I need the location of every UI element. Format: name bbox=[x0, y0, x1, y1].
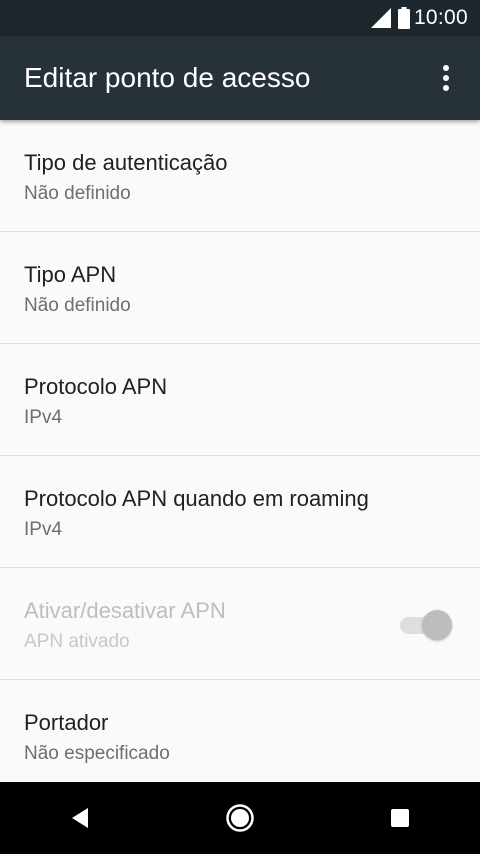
setting-summary: Não definido bbox=[24, 183, 131, 204]
setting-title: Tipo APN bbox=[24, 262, 117, 287]
setting-title: Tipo de autenticação bbox=[24, 150, 228, 175]
recents-icon bbox=[391, 809, 409, 827]
signal-icon bbox=[370, 8, 391, 28]
battery-icon bbox=[397, 7, 410, 29]
setting-bearer[interactable]: Portador Não especificado bbox=[0, 680, 480, 792]
recents-button[interactable] bbox=[360, 782, 440, 854]
apn-enable-toggle bbox=[400, 608, 452, 640]
setting-summary: IPv4 bbox=[24, 519, 63, 540]
home-button[interactable] bbox=[200, 782, 280, 854]
status-bar: 10:00 bbox=[0, 0, 480, 36]
setting-apn-type[interactable]: Tipo APN Não definido bbox=[0, 232, 480, 344]
setting-title: Protocolo APN bbox=[24, 374, 168, 399]
navigation-bar bbox=[0, 782, 480, 854]
more-options-button[interactable] bbox=[422, 54, 470, 102]
setting-title: Protocolo APN quando em roaming bbox=[24, 486, 369, 511]
home-icon bbox=[226, 804, 254, 832]
setting-summary: Não definido bbox=[24, 295, 131, 316]
back-icon bbox=[72, 808, 88, 828]
setting-title: Ativar/desativar APN bbox=[24, 598, 226, 623]
setting-summary: APN ativado bbox=[24, 631, 130, 652]
setting-apn-roaming-protocol[interactable]: Protocolo APN quando em roaming IPv4 bbox=[0, 456, 480, 568]
settings-list: Tipo de autenticação Não definido Tipo A… bbox=[0, 120, 480, 792]
status-time: 10:00 bbox=[413, 6, 468, 29]
page-title: Editar ponto de acesso bbox=[24, 62, 311, 93]
setting-title: Portador bbox=[24, 710, 109, 735]
setting-summary: Não especificado bbox=[24, 743, 170, 764]
toggle-thumb bbox=[422, 610, 452, 640]
app-bar: Editar ponto de acesso bbox=[0, 36, 480, 120]
back-button[interactable] bbox=[40, 782, 120, 854]
setting-authentication-type[interactable]: Tipo de autenticação Não definido bbox=[0, 120, 480, 232]
setting-summary: IPv4 bbox=[24, 407, 63, 428]
setting-apn-enable: Ativar/desativar APN APN ativado bbox=[0, 568, 480, 680]
setting-apn-protocol[interactable]: Protocolo APN IPv4 bbox=[0, 344, 480, 456]
more-vert-icon bbox=[443, 65, 449, 91]
